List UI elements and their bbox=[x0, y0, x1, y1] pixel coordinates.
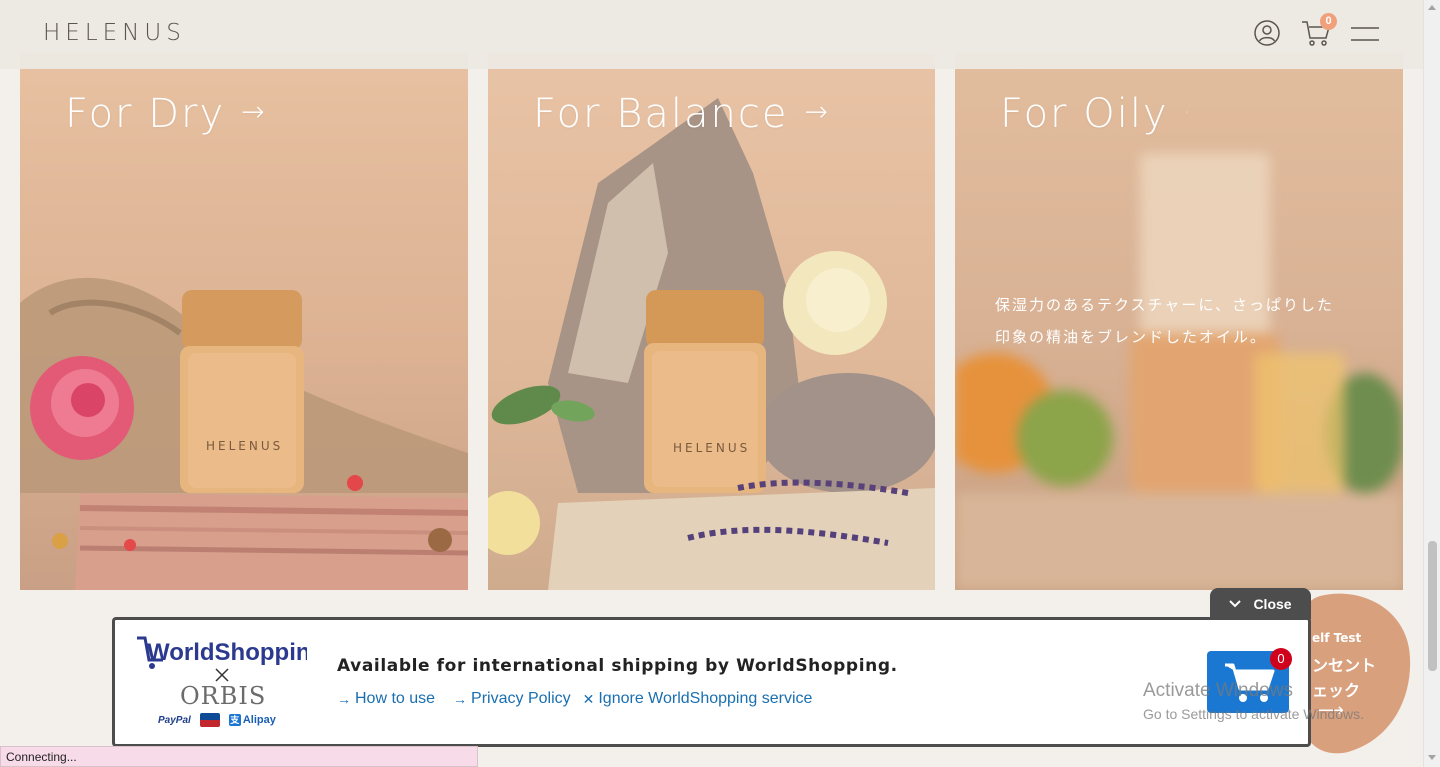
card-title-dry[interactable]: For Dry → bbox=[65, 91, 267, 137]
self-test-line2: ンセント bbox=[1312, 656, 1377, 675]
card-title-balance-text: For Balance bbox=[533, 91, 789, 137]
alipay-icon: 支 bbox=[228, 714, 241, 726]
unionpay-card-icon bbox=[199, 713, 220, 727]
site-logo[interactable]: HELENUS bbox=[43, 20, 186, 46]
card-title-balance[interactable]: For Balance → bbox=[533, 91, 830, 137]
site-header: HELENUS 0 bbox=[0, 0, 1423, 69]
worldshopping-cart-badge: 0 bbox=[1270, 648, 1292, 670]
ignore-worldshopping-text: Ignore WorldShopping service bbox=[598, 690, 813, 707]
worldshopping-logo[interactable]: WorldShopping bbox=[135, 632, 307, 672]
card-title-dry-text: For Dry bbox=[65, 91, 226, 137]
jar-label-balance: HELENUS bbox=[673, 441, 751, 455]
worldshopping-links: → How to use → Privacy Policy ✕ Ignore W… bbox=[337, 690, 812, 708]
arrow-right-icon: → bbox=[453, 691, 468, 707]
product-card-oily[interactable]: For Oily · 保湿力のあるテクスチャーに、さっぱりした 印象の精油をブレン… bbox=[955, 53, 1403, 590]
card-title-oily[interactable]: For Oily · bbox=[1000, 91, 1191, 137]
product-card-balance[interactable]: For Balance → HELENUS bbox=[488, 53, 935, 590]
scroll-down-icon[interactable] bbox=[1428, 755, 1436, 760]
product-card-dry[interactable]: For Dry → HELENUS bbox=[20, 53, 468, 590]
cart-count-badge: 0 bbox=[1320, 13, 1337, 30]
close-label: Close bbox=[1253, 595, 1292, 612]
payment-methods: PayPal 支 Alipay bbox=[158, 713, 276, 727]
paypal-logo: PayPal bbox=[158, 714, 191, 726]
how-to-use-text: How to use bbox=[355, 690, 436, 707]
menu-icon[interactable] bbox=[1350, 25, 1380, 43]
alipay-logo: 支 Alipay bbox=[228, 714, 276, 726]
alipay-text: Alipay bbox=[242, 714, 276, 726]
worldshopping-bar: WorldShopping ORBIS PayPal 支Alipay Avail… bbox=[112, 617, 1311, 747]
arrow-right-icon: · bbox=[1184, 105, 1192, 121]
worldshopping-close-button[interactable]: Close bbox=[1210, 588, 1311, 619]
orbis-logo: ORBIS bbox=[180, 682, 267, 710]
jar-label-dry: HELENUS bbox=[206, 439, 284, 453]
oily-description: 保湿力のあるテクスチャーに、さっぱりした 印象の精油をブレンドしたオイル。 bbox=[995, 289, 1334, 353]
worldshopping-brand-text: WorldShopping bbox=[147, 639, 307, 666]
self-test-line3: ェック bbox=[1312, 681, 1361, 700]
self-test-line1: elf Test bbox=[1312, 631, 1362, 645]
privacy-policy-text: Privacy Policy bbox=[471, 690, 571, 707]
chevron-down-icon bbox=[1229, 599, 1242, 607]
page-scrollbar[interactable] bbox=[1423, 0, 1440, 767]
worldshopping-headline: Available for international shipping by … bbox=[337, 656, 898, 676]
scroll-up-icon[interactable] bbox=[1428, 5, 1436, 10]
how-to-use-link[interactable]: → How to use bbox=[337, 690, 435, 708]
arrow-right-icon: → bbox=[337, 691, 351, 707]
close-icon[interactable] bbox=[215, 668, 229, 682]
card-title-oily-text: For Oily bbox=[1000, 91, 1169, 137]
close-icon: ✕ bbox=[582, 690, 595, 707]
arrow-right-icon: → bbox=[241, 95, 267, 128]
scrollbar-thumb[interactable] bbox=[1428, 541, 1437, 671]
privacy-policy-link[interactable]: → Privacy Policy bbox=[453, 690, 571, 708]
oily-description-line2: 印象の精油をブレンドしたオイル。 bbox=[995, 328, 1268, 346]
browser-status-bar: Connecting... bbox=[0, 746, 478, 767]
self-test-arrow-icon: ⟶ bbox=[1318, 700, 1344, 721]
ignore-worldshopping-link[interactable]: ✕ Ignore WorldShopping service bbox=[583, 690, 813, 708]
user-icon[interactable] bbox=[1254, 20, 1280, 46]
arrow-right-icon: → bbox=[804, 95, 830, 128]
oily-description-line1: 保湿力のあるテクスチャーに、さっぱりした bbox=[995, 296, 1334, 314]
